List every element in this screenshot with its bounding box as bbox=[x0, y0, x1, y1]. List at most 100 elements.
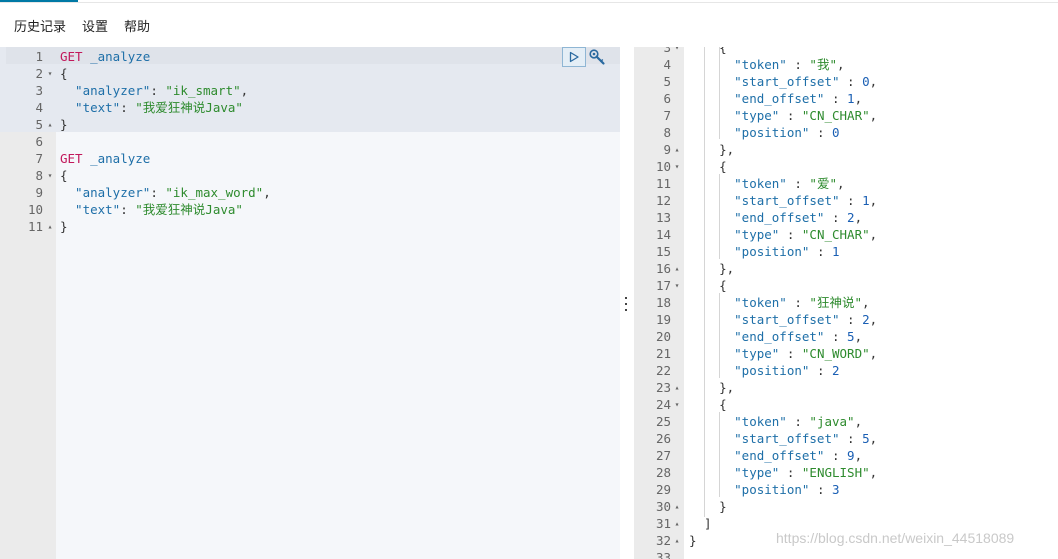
response-line[interactable]: 29 "position" : 3 bbox=[634, 481, 1058, 498]
fold-toggle-icon[interactable]: ▾ bbox=[45, 65, 55, 82]
line-number: 7 bbox=[35, 151, 43, 166]
response-line[interactable]: 17 ▾ { bbox=[634, 277, 1058, 294]
response-line[interactable]: 15 "position" : 1 bbox=[634, 243, 1058, 260]
code-token: : bbox=[786, 176, 810, 191]
code-text: "token" : "java", bbox=[689, 413, 862, 430]
send-request-button[interactable] bbox=[562, 47, 586, 67]
response-line[interactable]: 7 "type" : "CN_CHAR", bbox=[634, 107, 1058, 124]
request-line[interactable]: 9 "analyzer": "ik_max_word", bbox=[0, 184, 620, 201]
code-token: 2 bbox=[862, 312, 870, 327]
fold-toggle-icon[interactable]: ▴ bbox=[672, 498, 682, 515]
code-text: "position" : 1 bbox=[689, 243, 840, 260]
request-line[interactable]: 6 bbox=[0, 133, 620, 150]
code-token: "end_offset" bbox=[689, 91, 825, 106]
fold-toggle-icon[interactable]: ▾ bbox=[672, 158, 682, 175]
code-token: 9 bbox=[847, 448, 855, 463]
response-line[interactable]: 25 "token" : "java", bbox=[634, 413, 1058, 430]
response-line[interactable]: 10 ▾ { bbox=[634, 158, 1058, 175]
response-line[interactable]: 23 ▴ }, bbox=[634, 379, 1058, 396]
code-token: 1 bbox=[832, 244, 840, 259]
line-number: 9 bbox=[663, 142, 671, 157]
code-token: , bbox=[263, 185, 271, 200]
response-line[interactable]: 8 "position" : 0 bbox=[634, 124, 1058, 141]
code-text: GET _analyze bbox=[60, 48, 150, 65]
fold-toggle-icon[interactable]: ▴ bbox=[672, 532, 682, 549]
fold-toggle-icon[interactable]: ▴ bbox=[672, 260, 682, 277]
response-line[interactable]: 27 "end_offset" : 9, bbox=[634, 447, 1058, 464]
response-line[interactable]: 19 "start_offset" : 2, bbox=[634, 311, 1058, 328]
line-number: 6 bbox=[663, 91, 671, 106]
line-number: 28 bbox=[655, 465, 671, 480]
fold-toggle-icon[interactable]: ▾ bbox=[672, 396, 682, 413]
response-line[interactable]: 30 ▴ } bbox=[634, 498, 1058, 515]
response-line[interactable]: 13 "end_offset" : 2, bbox=[634, 209, 1058, 226]
response-line[interactable]: 14 "type" : "CN_CHAR", bbox=[634, 226, 1058, 243]
code-token: : bbox=[120, 202, 136, 217]
response-line[interactable]: 3 ▾ { bbox=[634, 47, 1058, 56]
code-token: "type" bbox=[689, 346, 780, 361]
response-line[interactable]: 21 "type" : "CN_WORD", bbox=[634, 345, 1058, 362]
fold-toggle-icon[interactable]: ▴ bbox=[672, 379, 682, 396]
response-line[interactable]: 12 "start_offset" : 1, bbox=[634, 192, 1058, 209]
response-lines[interactable]: 3 ▾ {4 "token" : "我", 5 "start_offset" : 0… bbox=[634, 47, 1058, 559]
request-line[interactable]: 4 "text": "我爱狂神说Java" bbox=[0, 99, 620, 116]
resize-handle-icon[interactable] bbox=[625, 297, 628, 311]
request-line[interactable]: 5 ▴} bbox=[0, 116, 620, 133]
request-line[interactable]: 2 ▾ { bbox=[0, 65, 620, 82]
fold-toggle-icon[interactable]: ▴ bbox=[672, 515, 682, 532]
response-line[interactable]: 22 "position" : 2 bbox=[634, 362, 1058, 379]
menu-history[interactable]: 历史记录 bbox=[14, 16, 66, 35]
code-token: "token" bbox=[689, 414, 787, 429]
request-line[interactable]: 11 ▴} bbox=[0, 218, 620, 235]
pane-splitter[interactable] bbox=[620, 47, 634, 559]
request-editor[interactable]: 1 GET _analyze 2 ▾{3 "analyzer": "ik_smart"… bbox=[0, 47, 620, 559]
code-token: 1 bbox=[847, 91, 855, 106]
menu-settings[interactable]: 设置 bbox=[82, 16, 108, 35]
response-line[interactable]: 16 ▴ }, bbox=[634, 260, 1058, 277]
code-token: , bbox=[836, 57, 845, 72]
fold-toggle-icon[interactable]: ▴ bbox=[45, 116, 55, 133]
request-tools-button[interactable] bbox=[588, 48, 606, 66]
fold-toggle-icon[interactable]: ▾ bbox=[45, 167, 55, 184]
fold-toggle-icon[interactable]: ▾ bbox=[672, 277, 682, 294]
fold-toggle-icon[interactable]: ▾ bbox=[672, 47, 682, 56]
response-line[interactable]: 33 bbox=[634, 549, 1058, 559]
code-token: : bbox=[120, 100, 136, 115]
code-text: "type" : "CN_CHAR", bbox=[689, 107, 877, 124]
code-token: , bbox=[861, 295, 870, 310]
response-line[interactable]: 4 "token" : "我", bbox=[634, 56, 1058, 73]
request-line[interactable]: 7 GET _analyze bbox=[0, 150, 620, 167]
code-token: { bbox=[60, 66, 68, 81]
response-line[interactable]: 18 "token" : "狂神说", bbox=[634, 294, 1058, 311]
response-line[interactable]: 24 ▾ { bbox=[634, 396, 1058, 413]
code-token: : bbox=[809, 363, 832, 378]
fold-toggle-icon[interactable]: ▴ bbox=[45, 218, 55, 235]
request-line[interactable]: 10 "text": "我爱狂神说Java" bbox=[0, 201, 620, 218]
response-viewer[interactable]: 3 ▾ {4 "token" : "我", 5 "start_offset" : 0… bbox=[634, 47, 1058, 559]
request-line[interactable]: 1 GET _analyze bbox=[0, 48, 620, 65]
response-line[interactable]: 20 "end_offset" : 5, bbox=[634, 328, 1058, 345]
line-number: 24 bbox=[655, 397, 671, 412]
code-token: "analyzer" bbox=[60, 185, 151, 200]
code-token: , bbox=[854, 414, 863, 429]
line-number: 29 bbox=[655, 482, 671, 497]
request-line[interactable]: 3 "analyzer": "ik_smart", bbox=[0, 82, 620, 99]
response-line[interactable]: 28 "type" : "ENGLISH", bbox=[634, 464, 1058, 481]
code-text: "analyzer": "ik_smart", bbox=[60, 82, 248, 99]
code-token: : bbox=[150, 83, 166, 98]
request-lines[interactable]: 1 GET _analyze 2 ▾{3 "analyzer": "ik_smart"… bbox=[0, 48, 620, 235]
menu-help[interactable]: 帮助 bbox=[124, 16, 150, 35]
response-line[interactable]: 11 "token" : "爱", bbox=[634, 175, 1058, 192]
fold-toggle-icon[interactable]: ▴ bbox=[672, 141, 682, 158]
code-text: "type" : "ENGLISH", bbox=[689, 464, 877, 481]
response-line[interactable]: 26 "start_offset" : 5, bbox=[634, 430, 1058, 447]
line-number: 8 bbox=[663, 125, 671, 140]
request-line[interactable]: 8 ▾ { bbox=[0, 167, 620, 184]
response-line[interactable]: 5 "start_offset" : 0, bbox=[634, 73, 1058, 90]
code-token: 5 bbox=[862, 431, 870, 446]
code-token: "start_offset" bbox=[689, 74, 840, 89]
code-token: , bbox=[869, 193, 878, 208]
code-text: ] bbox=[689, 515, 712, 532]
response-line[interactable]: 6 "end_offset" : 1, bbox=[634, 90, 1058, 107]
response-line[interactable]: 9 ▴ }, bbox=[634, 141, 1058, 158]
